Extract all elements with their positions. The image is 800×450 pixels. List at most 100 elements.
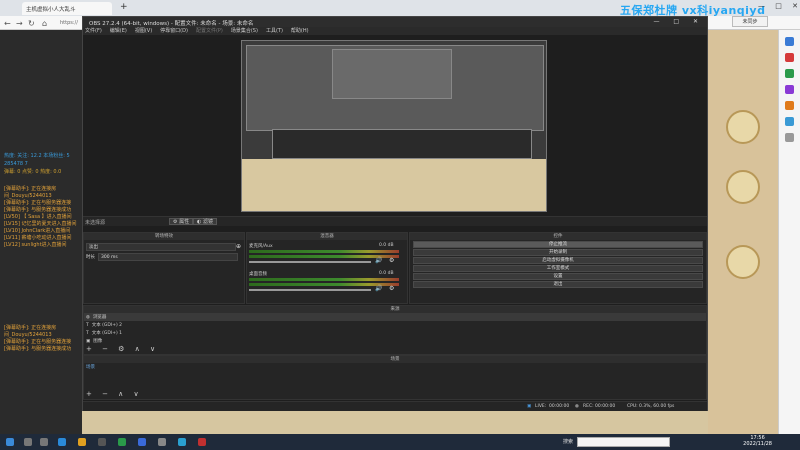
dock-title: 来源 <box>84 306 706 313</box>
text-icon: T <box>86 322 89 328</box>
controls-dock: 控件 停止推流 开始录制 启动虚拟摄像机 工作室模式 设置 退出 <box>409 232 707 304</box>
obs-menu-bar: 文件(F) 编辑(E) 视图(V) 停靠窗口(D) 配置文件(P) 场景集合(S… <box>83 27 707 35</box>
speaker-icon[interactable]: 🔊 <box>375 257 382 264</box>
live-time: 00:00:00 <box>549 404 570 409</box>
transition-select[interactable]: 淡出 <box>86 243 236 251</box>
menu-profile[interactable]: 配置文件(P) <box>196 27 223 35</box>
source-item[interactable]: T 文本 (GDI+) 2 <box>84 321 706 329</box>
text-icon: T <box>86 330 89 336</box>
live-indicator: ▣ <box>527 404 532 409</box>
sources-toolbar[interactable]: + − ⚙ ∧ ∨ <box>86 345 159 353</box>
new-tab-icon[interactable]: + <box>120 2 128 12</box>
clock[interactable]: 17:56 2022/11/28 <box>743 435 772 447</box>
status-bar: ▣ LIVE: 00:00:00 ● REC: 00:00:00 CPU: 0.… <box>83 401 707 411</box>
tab-title: 主机虚拟小人大乱斗 <box>26 7 76 13</box>
source-label: 文本 (GDI+) 1 <box>91 331 123 336</box>
menu-tools[interactable]: 工具(T) <box>266 27 283 35</box>
chat-line: [LV50] 【 Sasa 】进入直播间 <box>4 214 72 220</box>
app-icon[interactable] <box>118 438 126 446</box>
app-icon[interactable] <box>178 438 186 446</box>
gear-icon[interactable]: ⚙ <box>389 257 394 264</box>
scenes-toolbar[interactable]: + − ∧ ∨ <box>86 390 143 398</box>
ad-badge[interactable] <box>726 170 760 204</box>
home-icon[interactable]: ⌂ <box>42 19 47 28</box>
source-label: 文本 (GDI+) 2 <box>91 323 123 328</box>
live-label: LIVE: <box>535 404 547 409</box>
properties-button[interactable]: ⚙ 属性 <box>169 218 194 225</box>
cpu-label: CPU: <box>627 404 638 409</box>
duration-value: 300 ms <box>101 255 118 260</box>
source-item[interactable]: ◍ 浏览器 <box>84 313 706 321</box>
scene-item[interactable]: 场景 <box>84 363 706 371</box>
obs-icon[interactable] <box>198 438 206 446</box>
menu-help[interactable]: 帮助(H) <box>291 27 309 35</box>
dock-title: 场景 <box>84 356 706 363</box>
app-icon[interactable] <box>158 438 166 446</box>
obs-window-controls[interactable]: — □ ✕ <box>653 18 704 25</box>
settings-button[interactable]: 设置 <box>413 273 703 280</box>
menu-view[interactable]: 视图(V) <box>135 27 152 35</box>
source-toolbar: 未选择源 ⚙ 属性 ◐ 滤镜 <box>83 216 707 226</box>
properties-label: 属性 <box>179 219 190 225</box>
add-icon[interactable] <box>785 133 794 142</box>
app-icon[interactable] <box>138 438 146 446</box>
track-db: 0.0 dB <box>379 243 394 248</box>
obs-window: OBS 27.2.4 (64-bit, windows) - 配置文件: 未命名… <box>82 16 708 411</box>
back-icon[interactable]: ← <box>4 19 11 28</box>
task-view-icon[interactable] <box>40 438 48 446</box>
volume-slider[interactable] <box>249 289 371 291</box>
image-icon: ▣ <box>86 338 91 344</box>
taskbar-search-label: 搜索 <box>563 439 574 445</box>
close-icon[interactable]: ✕ <box>792 2 798 14</box>
shopping-icon[interactable] <box>785 53 794 62</box>
minimize-icon[interactable]: — <box>758 2 765 14</box>
ad-badge[interactable] <box>726 110 760 144</box>
folder-icon[interactable] <box>78 438 86 446</box>
browser-tab[interactable]: 主机虚拟小人大乱斗 <box>22 2 112 15</box>
tools-icon[interactable] <box>785 69 794 78</box>
taskbar-search-input[interactable] <box>577 437 670 447</box>
forward-icon[interactable]: → <box>16 19 23 28</box>
track-name: 桌面音频 <box>249 272 267 277</box>
stop-streaming-button[interactable]: 停止推流 <box>413 241 703 248</box>
no-source-label: 未选择源 <box>85 220 106 226</box>
filters-button[interactable]: ◐ 滤镜 <box>193 218 217 225</box>
chat-line: [弹幕助手]: 正在与服务器连接 <box>4 339 72 345</box>
search-icon[interactable] <box>785 37 794 46</box>
source-item[interactable]: T 文本 (GDI+) 1 <box>84 329 706 337</box>
speaker-icon[interactable]: 🔊 <box>375 285 382 292</box>
chat-line: [LV15] 记忆里的夏天进入直播间 <box>4 221 77 227</box>
add-transition-icon[interactable]: ⊕ <box>236 243 241 250</box>
chat-line: [LV12] sunlight进入直播间 <box>4 242 67 248</box>
games-icon[interactable] <box>785 85 794 94</box>
outlook-icon[interactable] <box>785 117 794 126</box>
exit-button[interactable]: 退出 <box>413 281 703 288</box>
preview-canvas[interactable] <box>241 40 547 212</box>
virtual-camera-button[interactable]: 启动虚拟摄像机 <box>413 257 703 264</box>
menu-docks[interactable]: 停靠窗口(D) <box>160 27 188 35</box>
edge-sidebar <box>778 30 800 434</box>
volume-meter <box>249 278 399 281</box>
preview-area[interactable] <box>83 36 707 214</box>
sync-button[interactable]: 未同步 <box>732 16 768 27</box>
studio-mode-button[interactable]: 工作室模式 <box>413 265 703 272</box>
gear-icon[interactable]: ⚙ <box>389 285 394 292</box>
duration-input[interactable]: 300 ms <box>98 253 238 261</box>
windows-start-icon[interactable] <box>6 438 14 446</box>
app-icon[interactable] <box>98 438 106 446</box>
refresh-icon[interactable]: ↻ <box>28 19 35 28</box>
edge-icon[interactable] <box>58 438 66 446</box>
volume-slider[interactable] <box>249 261 371 263</box>
source-item[interactable]: ▣ 图像 <box>84 337 706 345</box>
menu-scene-collection[interactable]: 场景集合(S) <box>231 27 258 35</box>
menu-file[interactable]: 文件(F) <box>85 27 102 35</box>
filters-label: 滤镜 <box>202 219 213 225</box>
scenes-dock: 场景 场景 + − ∧ ∨ <box>83 355 707 400</box>
menu-edit[interactable]: 编辑(E) <box>110 27 127 35</box>
office-icon[interactable] <box>785 101 794 110</box>
start-recording-button[interactable]: 开始录制 <box>413 249 703 256</box>
search-icon[interactable] <box>24 438 32 446</box>
ad-badge[interactable] <box>726 245 760 279</box>
maximize-icon[interactable]: □ <box>775 2 782 14</box>
nested-site <box>242 159 546 211</box>
